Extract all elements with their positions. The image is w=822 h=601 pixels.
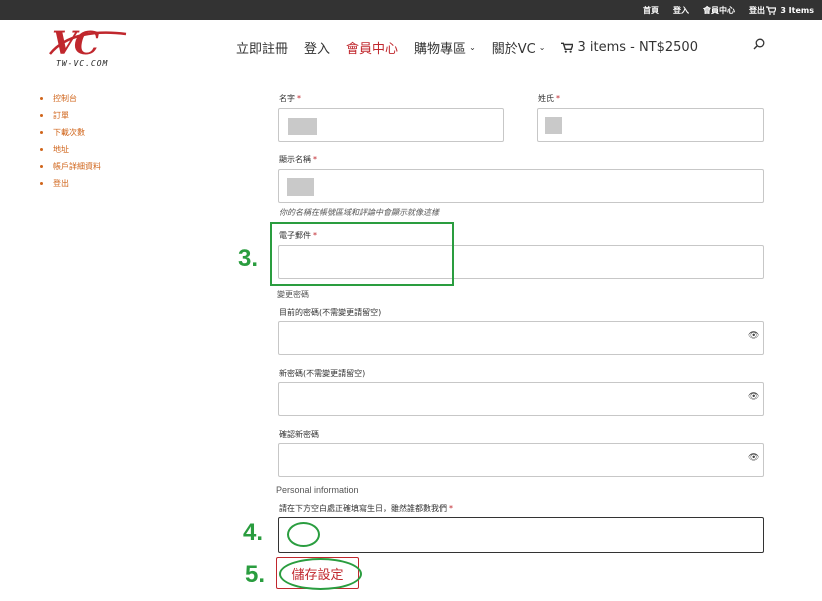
highlight-ellipse (287, 522, 320, 547)
sidebar-item-dashboard[interactable]: 控制台 (40, 90, 101, 107)
confirm-password-input[interactable] (278, 443, 764, 477)
step-4-marker: 4. (243, 519, 264, 546)
current-password-label: 目前的密碼(不需變更請留空) (279, 308, 382, 317)
birthday-label-text: 請在下方空白處正確填寫生日，雖然誰都數我們 (279, 504, 447, 513)
sidebar-item-account-details[interactable]: 帳戶詳細資料 (40, 158, 101, 175)
required-mark: * (297, 94, 301, 103)
eye-icon[interactable]: 👁 (748, 331, 759, 341)
sidebar-item-orders[interactable]: 訂單 (40, 107, 101, 124)
nav-login[interactable]: 登入 (304, 38, 330, 57)
highlight-box (270, 222, 454, 286)
eye-icon[interactable]: 👁 (748, 453, 759, 463)
search-icon[interactable] (753, 38, 765, 50)
redacted-value (288, 118, 317, 135)
logo-subtext: TW-VC.COM (56, 59, 109, 68)
last-name-input[interactable] (537, 108, 764, 142)
first-name-label-text: 名字 (279, 94, 295, 103)
display-name-input[interactable] (278, 169, 764, 203)
required-mark: * (556, 94, 560, 103)
required-mark: * (313, 155, 317, 164)
nav-register[interactable]: 立即註冊 (236, 38, 288, 57)
redacted-value (287, 178, 314, 196)
site-logo[interactable]: VC TW-VC.COM (46, 24, 130, 68)
main-nav: 立即註冊 登入 會員中心 購物專區 ⌄ 關於VC ⌄ 3 items - NT$25… (236, 38, 712, 57)
new-password-input[interactable] (278, 382, 764, 416)
nav-about-label: 關於VC (491, 42, 536, 57)
nav-cart-label: 3 items - NT$2500 (577, 40, 698, 55)
eye-icon[interactable]: 👁 (748, 392, 759, 402)
top-link-logout[interactable]: 登出 (749, 5, 765, 16)
birthday-input[interactable] (278, 517, 764, 553)
top-link-home[interactable]: 首頁 (643, 5, 659, 16)
birthday-label: 請在下方空白處正確填寫生日，雖然誰都數我們 * (279, 503, 453, 514)
nav-about[interactable]: 關於VC ⌄ (492, 38, 546, 57)
display-name-label-text: 顯示名稱 (279, 155, 311, 164)
nav-cart[interactable]: 3 items - NT$2500 (561, 40, 698, 55)
sidebar-item-downloads[interactable]: 下載次數 (40, 124, 101, 141)
last-name-label-text: 姓氏 (538, 94, 554, 103)
confirm-password-label: 確認新密碼 (279, 430, 319, 439)
step-5-marker: 5. (245, 561, 266, 588)
cart-icon (561, 42, 574, 53)
personal-info-section-title: Personal information (276, 485, 359, 495)
chevron-down-icon: ⌄ (469, 43, 476, 52)
cart-icon (766, 5, 777, 15)
display-name-help: 你的名稱在帳號區域和評論中會顯示就像這樣 (279, 208, 439, 217)
first-name-label: 名字 * (279, 93, 301, 104)
sidebar-item-addresses[interactable]: 地址 (40, 141, 101, 158)
nav-shop[interactable]: 購物專區 ⌄ (414, 38, 476, 57)
top-link-login[interactable]: 登入 (673, 5, 689, 16)
top-cart-label: 3 Items (780, 5, 814, 15)
top-link-member-center[interactable]: 會員中心 (703, 5, 735, 16)
new-password-label: 新密碼(不需變更請留空) (279, 369, 366, 378)
top-cart[interactable]: 3 Items (766, 0, 814, 20)
logo-text: VC (52, 24, 99, 62)
required-mark: * (449, 504, 453, 513)
password-section-title: 變更密碼 (277, 290, 309, 299)
site-header: VC TW-VC.COM 立即註冊 登入 會員中心 購物專區 ⌄ 關於VC ⌄ 3 … (0, 20, 822, 72)
redacted-value (545, 117, 562, 134)
highlight-ellipse (279, 558, 362, 590)
top-links: 首頁 登入 會員中心 登出 (629, 0, 765, 20)
display-name-label: 顯示名稱 * (279, 154, 317, 165)
sidebar-item-logout[interactable]: 登出 (40, 175, 101, 192)
step-3-marker: 3. (238, 245, 259, 272)
nav-shop-label: 購物專區 (414, 42, 467, 57)
nav-member-center[interactable]: 會員中心 (346, 38, 398, 57)
last-name-label: 姓氏 * (538, 93, 560, 104)
chevron-down-icon: ⌄ (538, 43, 546, 52)
account-sidebar: 控制台 訂單 下載次數 地址 帳戶詳細資料 登出 (40, 90, 101, 192)
current-password-input[interactable] (278, 321, 764, 355)
top-bar: 首頁 登入 會員中心 登出 3 Items (0, 0, 822, 20)
